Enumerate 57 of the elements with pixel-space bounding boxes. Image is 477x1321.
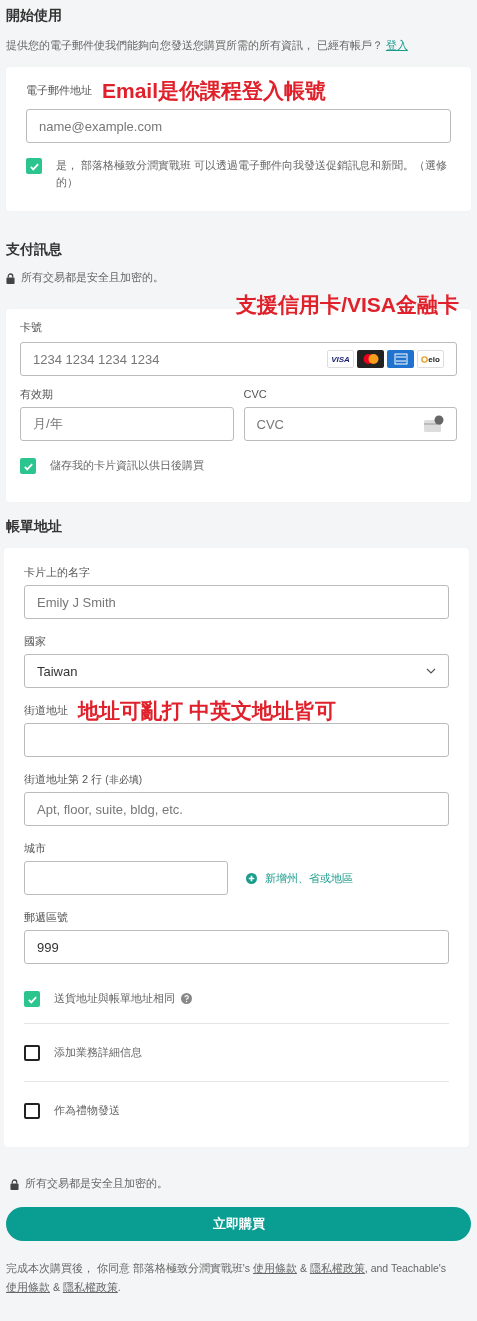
section-heading: 開始使用 bbox=[6, 6, 63, 25]
terms-link[interactable]: 使用條款 bbox=[253, 1262, 297, 1274]
section-heading: 支付訊息 bbox=[6, 240, 63, 259]
field-label: 卡片上的名字 bbox=[24, 566, 90, 579]
field-label: CVC bbox=[243, 388, 268, 401]
lock-icon bbox=[6, 272, 15, 284]
annotation-text: 支援信用卡/VISA金融卡 bbox=[236, 294, 459, 315]
checkbox-label: 儲存我的卡片資訊以供日後購買 bbox=[50, 458, 204, 473]
annotation-text: Email是你課程登入帳號 bbox=[102, 80, 327, 101]
card-brand-logo: elo bbox=[417, 350, 444, 368]
checkbox-label: 送貨地址與帳單地址相同 bbox=[54, 991, 175, 1006]
description-text: 提供您的電子郵件使我們能夠向您發送您購買所需的所有資訊， 已經有帳戶？ 登入 bbox=[6, 39, 409, 53]
input-field[interactable]: name@example.com bbox=[26, 109, 451, 143]
annotation-text: 地址可亂打 中英文地址皆可 bbox=[78, 700, 336, 721]
input-field[interactable]: 1234 1234 1234 1234 VISA elo bbox=[20, 342, 457, 376]
checkbox-label: 添加業務詳細信息 bbox=[54, 1045, 142, 1060]
checkbox[interactable] bbox=[24, 1103, 40, 1119]
field-label: 電子郵件地址 bbox=[26, 84, 92, 97]
secure-note: 所有交易都是安全且加密的。 bbox=[25, 1177, 168, 1191]
card-brand-logo bbox=[357, 350, 384, 368]
field-label: 街道地址第 2 行 (非必填) bbox=[24, 773, 142, 786]
purchase-button[interactable]: 立即購買 bbox=[6, 1207, 471, 1241]
input-field[interactable]: Apt, floor, suite, bldg, etc. bbox=[24, 792, 449, 826]
checkbox[interactable] bbox=[24, 1045, 40, 1061]
checkbox[interactable] bbox=[20, 458, 36, 474]
plus-circle-icon bbox=[246, 872, 257, 884]
card-brand-logo: VISA bbox=[327, 350, 354, 368]
input-field[interactable] bbox=[24, 861, 228, 895]
terms-text: 完成本次購買後， 你同意 部落格極致分潤實戰班's 使用條款 & 隱私權政策, and Teachable's 使用條款 & 隱私權政策. bbox=[6, 1261, 448, 1295]
add-region-link[interactable]: 新增州、省或地區 bbox=[246, 870, 353, 886]
checkbox[interactable] bbox=[26, 158, 42, 174]
help-icon[interactable] bbox=[181, 993, 192, 1004]
cvc-card-icon bbox=[424, 415, 444, 433]
input-field[interactable]: CVC bbox=[243, 407, 457, 441]
input-field[interactable]: 月/年 bbox=[20, 407, 234, 441]
field-label: 國家 bbox=[24, 635, 46, 648]
login-link[interactable]: 登入 bbox=[385, 39, 408, 51]
field-label: 街道地址 bbox=[24, 704, 68, 717]
secure-note: 所有交易都是安全且加密的。 bbox=[21, 271, 164, 285]
card-brand-logo bbox=[387, 350, 414, 368]
checkbox-label: 是， 部落格極致分潤實戰班 可以透過電子郵件向我發送促銷訊息和新聞。（選修的） bbox=[56, 158, 448, 190]
section-heading: 帳單地址 bbox=[6, 517, 63, 536]
field-label: 有效期 bbox=[20, 388, 54, 401]
checkbox-label: 作為禮物發送 bbox=[54, 1103, 120, 1118]
input-field[interactable] bbox=[24, 723, 449, 757]
terms-link[interactable]: 隱私權政策 bbox=[309, 1262, 365, 1274]
terms-link[interactable]: 隱私權政策 bbox=[62, 1281, 118, 1293]
field-label: 城市 bbox=[24, 842, 46, 855]
country-select[interactable]: Taiwan bbox=[24, 654, 449, 688]
input-field[interactable]: Emily J Smith bbox=[24, 585, 449, 619]
chevron-down-icon bbox=[426, 668, 436, 674]
terms-link[interactable]: 使用條款 bbox=[6, 1281, 50, 1293]
field-label: 卡號 bbox=[20, 321, 43, 334]
input-field[interactable]: 999 bbox=[24, 930, 449, 964]
field-label: 郵遞區號 bbox=[24, 911, 68, 924]
checkbox[interactable] bbox=[24, 991, 40, 1007]
lock-icon bbox=[10, 1178, 19, 1190]
